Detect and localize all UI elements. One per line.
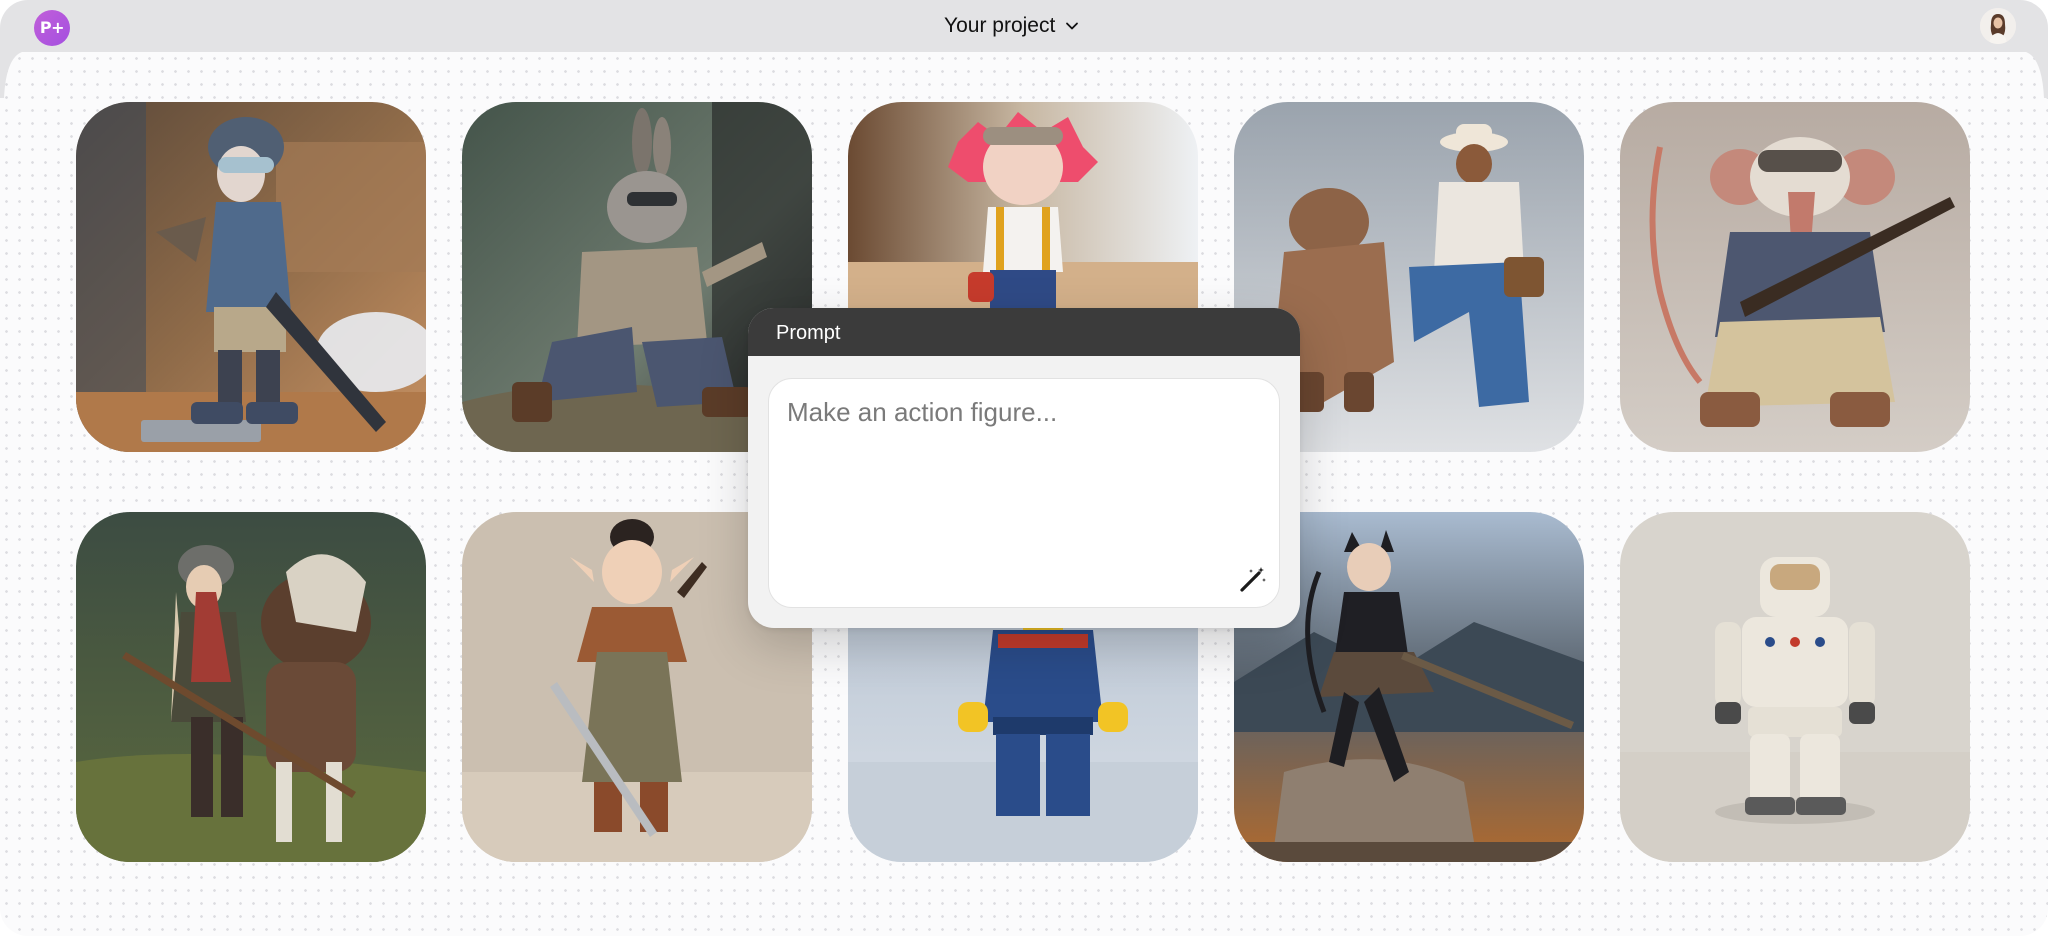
gallery-image[interactable]	[76, 102, 426, 452]
prompt-panel: Prompt	[748, 308, 1300, 628]
window-corner-left	[0, 52, 22, 98]
magic-wand-icon[interactable]	[1234, 562, 1270, 598]
prompt-input[interactable]	[768, 378, 1280, 608]
user-avatar-icon	[1980, 8, 2016, 44]
action-figure-image	[1620, 102, 1970, 452]
chevron-down-icon	[1066, 22, 1079, 30]
top-bar: P+ Your project	[0, 0, 2048, 52]
action-figure-image	[76, 512, 426, 862]
app-logo[interactable]: P+	[34, 10, 70, 46]
user-avatar[interactable]	[1980, 8, 2016, 44]
prompt-header: Prompt	[748, 308, 1300, 356]
gallery-image[interactable]	[76, 512, 426, 862]
gallery-image[interactable]	[1620, 512, 1970, 862]
project-switcher[interactable]: Your project	[944, 10, 1081, 42]
project-name: Your project	[944, 14, 1056, 37]
action-figure-image	[1620, 512, 1970, 862]
prompt-title: Prompt	[776, 322, 841, 344]
window-corner-right	[2026, 52, 2048, 98]
gallery-image[interactable]	[1620, 102, 1970, 452]
app-window: P+ Your project Prompt Make an action fi…	[0, 0, 2048, 936]
action-figure-image	[76, 102, 426, 452]
